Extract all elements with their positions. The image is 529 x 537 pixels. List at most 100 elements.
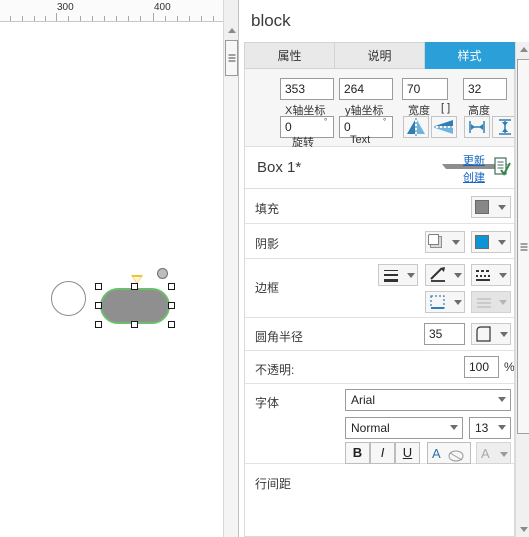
grip-icon bbox=[228, 53, 235, 64]
paint-bucket-icon bbox=[448, 450, 464, 462]
rounded-corner-icon bbox=[476, 326, 491, 342]
panel-vertical-scrollbar[interactable] bbox=[515, 42, 529, 537]
align-horizontal-icon bbox=[469, 121, 485, 133]
align-horizontal-button[interactable] bbox=[464, 116, 490, 138]
shadow-label: 阴影 bbox=[255, 237, 280, 251]
dash-style-icon bbox=[476, 270, 490, 281]
font-highlight-button: A bbox=[476, 442, 511, 464]
line-spacing-row: 行间距 bbox=[245, 464, 514, 504]
font-weight-select[interactable]: Normal bbox=[345, 417, 463, 439]
shadow-color-swatch bbox=[475, 235, 489, 249]
resize-handle[interactable] bbox=[95, 321, 102, 328]
resize-handle[interactable] bbox=[168, 283, 175, 290]
chevron-down-icon bbox=[450, 425, 458, 430]
fill-color-button[interactable] bbox=[471, 196, 511, 218]
chevron-down-icon bbox=[454, 273, 462, 278]
canvas-vertical-scrollbar[interactable] bbox=[223, 0, 239, 537]
opacity-unit-label: % bbox=[504, 360, 515, 374]
shadow-color-button[interactable] bbox=[471, 231, 511, 253]
border-dash-button[interactable] bbox=[471, 264, 511, 286]
fill-row: 填充 bbox=[245, 189, 514, 224]
border-row: 边框 bbox=[245, 259, 514, 318]
resize-handle[interactable] bbox=[168, 321, 175, 328]
flip-horizontal-icon bbox=[407, 118, 425, 136]
chevron-down-icon bbox=[498, 240, 506, 245]
font-highlight-letter: A bbox=[481, 446, 490, 461]
bold-button[interactable]: B bbox=[345, 442, 370, 464]
corner-radius-input[interactable]: 35 bbox=[424, 323, 465, 345]
corner-radius-row: 圆角半径 35 bbox=[245, 318, 514, 351]
y-coordinate-input[interactable]: 264 bbox=[339, 78, 393, 100]
lock-aspect-icon[interactable]: [ ] bbox=[441, 102, 450, 114]
chevron-down-icon bbox=[454, 300, 462, 305]
rounded-box-body[interactable] bbox=[100, 288, 170, 324]
font-color-letter: A bbox=[432, 446, 441, 461]
border-arrow-button bbox=[471, 291, 511, 313]
scroll-down-arrow-icon[interactable] bbox=[516, 522, 529, 537]
x-coordinate-input[interactable]: 353 bbox=[280, 78, 334, 100]
style-name-select[interactable]: Box 1* bbox=[253, 153, 449, 182]
panel-tabs: 属性 说明 样式 bbox=[244, 42, 515, 69]
shadow-shape-front-icon bbox=[428, 234, 439, 245]
flip-horizontal-button[interactable] bbox=[403, 116, 429, 138]
resize-handle[interactable] bbox=[131, 321, 138, 328]
tab-style[interactable]: 样式 bbox=[425, 42, 515, 69]
border-color-button[interactable] bbox=[425, 264, 465, 286]
canvas-scrollbar-thumb[interactable] bbox=[225, 40, 238, 76]
chevron-down-icon bbox=[499, 300, 507, 305]
flip-vertical-button[interactable] bbox=[431, 116, 457, 138]
horizontal-ruler: 300 400 bbox=[0, 0, 223, 22]
corner-radius-label: 圆角半径 bbox=[255, 330, 304, 344]
create-style-link[interactable]: 创建 bbox=[463, 169, 485, 185]
italic-button[interactable]: I bbox=[370, 442, 395, 464]
border-weight-button[interactable] bbox=[378, 264, 418, 286]
opacity-input[interactable]: 100 bbox=[464, 356, 499, 378]
update-style-link[interactable]: 更新 bbox=[463, 152, 485, 168]
canvas-area[interactable]: 300 400 bbox=[0, 0, 239, 537]
line-arrow-icon bbox=[477, 298, 491, 308]
fill-label: 填充 bbox=[255, 202, 280, 216]
chevron-down-icon bbox=[498, 205, 506, 210]
connection-point-handle[interactable] bbox=[157, 268, 168, 279]
height-input[interactable]: 32 bbox=[463, 78, 507, 100]
border-sides-button[interactable] bbox=[425, 291, 465, 313]
canvas-scrollbar-track[interactable] bbox=[224, 78, 239, 537]
opacity-row: 不透明: 100 % bbox=[245, 351, 514, 384]
ruler-label-300: 300 bbox=[55, 2, 76, 13]
tab-notes[interactable]: 说明 bbox=[335, 42, 425, 69]
resize-handle[interactable] bbox=[131, 283, 138, 290]
scroll-up-arrow-icon[interactable] bbox=[224, 22, 239, 38]
width-input[interactable]: 70 bbox=[402, 78, 448, 100]
corner-shape-button[interactable] bbox=[471, 323, 511, 345]
line-spacing-label: 行间距 bbox=[255, 477, 292, 491]
border-sides-icon bbox=[430, 295, 445, 309]
resize-handle[interactable] bbox=[168, 302, 175, 309]
shadow-row: 阴影 bbox=[245, 224, 514, 259]
font-label: 字体 bbox=[255, 396, 280, 410]
style-name-row: Box 1* 更新 创建 bbox=[245, 147, 514, 189]
canvas-surface[interactable] bbox=[0, 23, 223, 537]
rounded-box-shape[interactable] bbox=[95, 268, 175, 328]
rotation-degree-label: ° bbox=[324, 117, 328, 126]
panel-scrollbar-thumb[interactable] bbox=[517, 59, 529, 434]
ellipse-shape[interactable] bbox=[51, 281, 86, 316]
font-color-button[interactable]: A bbox=[427, 442, 471, 464]
shadow-style-button[interactable] bbox=[425, 231, 465, 253]
font-family-select[interactable]: Arial bbox=[345, 389, 511, 411]
flip-vertical-icon bbox=[434, 120, 454, 134]
chevron-down-icon bbox=[499, 273, 507, 278]
chevron-down-icon bbox=[452, 240, 460, 245]
chevron-down-icon bbox=[500, 332, 508, 337]
edit-note-icon[interactable] bbox=[493, 157, 511, 177]
grip-icon bbox=[520, 241, 527, 252]
resize-handle[interactable] bbox=[95, 302, 102, 309]
scroll-up-arrow-icon[interactable] bbox=[516, 42, 529, 57]
geometry-section: 353 264 70 32 X轴坐标 y轴坐标 宽度 [ ] 高度 0 ° 0 … bbox=[245, 69, 514, 149]
tab-properties[interactable]: 属性 bbox=[244, 42, 335, 69]
chevron-down-icon bbox=[500, 452, 508, 457]
chevron-down-icon bbox=[407, 273, 415, 278]
chevron-down-icon bbox=[498, 397, 506, 402]
align-vertical-button[interactable] bbox=[492, 116, 514, 138]
underline-button[interactable]: U bbox=[395, 442, 420, 464]
resize-handle[interactable] bbox=[95, 283, 102, 290]
